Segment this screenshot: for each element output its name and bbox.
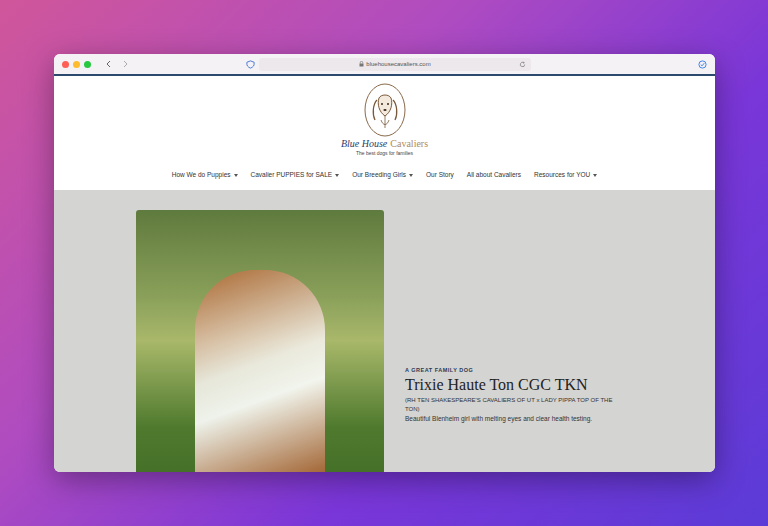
site-header: Blue HouseCavaliers The best dogs for fam… <box>54 76 715 190</box>
forward-icon[interactable] <box>121 60 129 68</box>
nav-item[interactable]: How We do Puppies <box>172 170 238 180</box>
dropdown-caret-icon <box>335 174 339 177</box>
nav-item[interactable]: Cavalier PUPPIES for SALE <box>251 170 340 180</box>
zoom-button[interactable] <box>84 61 91 68</box>
close-button[interactable] <box>62 61 69 68</box>
hero-pedigree: (RH TEN SHAKESPEARE'S CAVALIERS OF UT x … <box>405 396 627 414</box>
back-icon[interactable] <box>105 60 113 68</box>
hero-description: Beautiful Blenheim girl with melting eye… <box>405 414 635 423</box>
logo-name[interactable]: Blue HouseCavaliers <box>341 139 428 149</box>
hero-eyebrow: A GREAT FAMILY DOG <box>405 366 635 374</box>
verified-icon[interactable] <box>698 60 707 69</box>
hero-text: A GREAT FAMILY DOGTrixie Haute Ton CGC T… <box>405 210 635 472</box>
url-text: bluehousecavaliers.com <box>366 61 430 67</box>
shield-icon[interactable] <box>246 60 255 69</box>
dropdown-caret-icon <box>593 174 597 177</box>
nav-item[interactable]: All about Cavaliers <box>467 170 521 180</box>
reload-icon[interactable] <box>519 61 526 68</box>
address-bar[interactable]: bluehousecavaliers.com <box>259 58 531 71</box>
hero-section: A GREAT FAMILY DOGTrixie Haute Ton CGC T… <box>54 190 715 472</box>
logo-tagline: The best dogs for families <box>356 151 413 156</box>
dropdown-caret-icon <box>409 174 413 177</box>
nav-item[interactable]: Resources for YOU <box>534 170 597 180</box>
dog-photo <box>136 210 384 472</box>
title-bar: bluehousecavaliers.com <box>54 54 715 76</box>
main-nav: How We do Puppies Cavalier PUPPIES for SA… <box>172 170 598 180</box>
browser-window: bluehousecavaliers.com Blue HouseCavalier… <box>54 54 715 472</box>
nav-item[interactable]: Our Breeding Girls <box>352 170 413 180</box>
lock-icon <box>359 61 364 67</box>
minimize-button[interactable] <box>73 61 80 68</box>
nav-item[interactable]: Our Story <box>426 170 454 180</box>
hero-title: Trixie Haute Ton CGC TKN <box>405 375 635 394</box>
logo-dog-icon[interactable] <box>363 82 407 138</box>
dropdown-caret-icon <box>234 174 238 177</box>
desktop: bluehousecavaliers.com Blue HouseCavalier… <box>0 0 768 526</box>
